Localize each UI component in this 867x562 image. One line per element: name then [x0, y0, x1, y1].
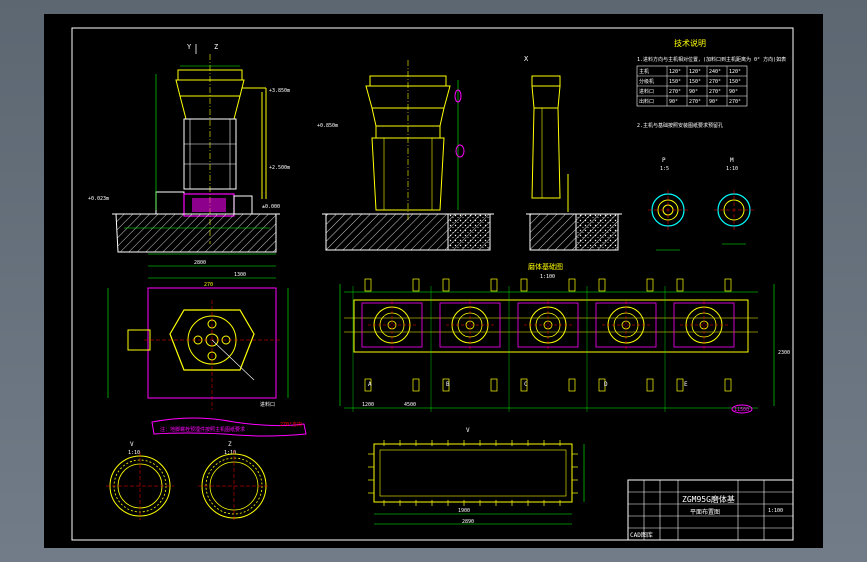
section-m-scale: 1:10	[726, 166, 738, 172]
table-cell: 分级机	[639, 78, 654, 85]
mill-units	[352, 278, 735, 412]
table-cell: 270°	[709, 89, 721, 95]
mill-unit	[586, 278, 657, 412]
cad-drawing: Y Z +3.850m +2.500m +0.023m ±0.000 +0.85…	[71, 27, 794, 541]
view-x-elevation: X	[524, 55, 622, 251]
orientation-table: 主机 120° 120° 240° 120° 分级机 150° 150° 270° 150° 进料口…	[636, 65, 748, 107]
axis-d-label: D	[604, 381, 608, 388]
view-v-section: V 1900 2890	[368, 427, 585, 525]
flange-z-label: Z	[228, 441, 232, 448]
section-m: M 1:10	[714, 157, 754, 245]
table-cell: 进料口	[639, 88, 654, 95]
view-x-label: X	[524, 55, 529, 63]
plan-row-scale: 1:100	[540, 274, 555, 280]
plan-view-single: 2800 1300 注：地脚螺栓预埋件按照主机图纸要求 270°方向 进料口 2…	[107, 253, 307, 437]
notes-line1: 1.进料方向与主机相对位置，(加料口到主机距离为 0° 方向)如表	[637, 56, 786, 63]
view-y-front-elevation: Y Z +3.850m +2.500m +0.023m ±0.000	[88, 43, 290, 253]
view-z-label: Z	[214, 43, 218, 51]
plan-note-pink: 注：地脚螺栓预埋件按照主机图纸要求	[160, 426, 245, 433]
plan-row-title: 磨体基础图	[528, 262, 563, 271]
plan-dim-1300: 1300	[234, 272, 246, 278]
title-scale: 1:100	[768, 508, 783, 514]
axis-a-label: A	[368, 381, 372, 388]
view-z-side-elevation: +0.850m	[317, 60, 494, 251]
table-cell: 240°	[709, 69, 721, 75]
level-0000: ±0.000	[262, 204, 280, 210]
table-cell: 90°	[689, 89, 698, 95]
table-cell: 90°	[709, 99, 718, 105]
section-p-scale: 1:5	[660, 166, 669, 172]
notes-line2: 2.主机与基础按照安装图纸要求预留孔	[637, 122, 723, 129]
row-dim-1200: 1200	[362, 402, 374, 408]
row-dim-4500: 4500	[404, 402, 416, 408]
axis-e-label: E	[684, 381, 688, 388]
technical-notes: 技术说明 1.进料方向与主机相对位置，(加料口到主机距离为 0° 方向)如表 主…	[636, 38, 786, 129]
view-z-flange: Z 1:10	[198, 441, 270, 522]
mill-unit	[430, 278, 501, 412]
mill-unit	[352, 278, 423, 412]
drawing-frame	[71, 27, 794, 541]
foundation-row-plan: 磨体基础图 1:100 A B C D E 4500 1200 2300 115…	[339, 262, 790, 414]
table-cell: 270°	[669, 89, 681, 95]
flange-v-scale: 1:10	[128, 450, 140, 456]
mill-unit	[664, 278, 735, 412]
table-cell: 120°	[689, 69, 701, 75]
level-0850: +0.850m	[317, 123, 338, 129]
section-m-label: M	[730, 157, 734, 164]
table-cell: 120°	[729, 69, 741, 75]
table-cell: 270°	[729, 99, 741, 105]
view-y-label: Y	[187, 43, 192, 51]
view-v-label: V	[466, 427, 470, 434]
table-cell: 150°	[729, 79, 741, 85]
row-dim-2300: 2300	[778, 350, 790, 356]
title-company: CAD图库	[630, 531, 653, 539]
v-dim-2890: 2890	[462, 519, 474, 525]
drawing-sheet: Y Z +3.850m +2.500m +0.023m ±0.000 +0.85…	[44, 14, 823, 548]
table-cell: 120°	[669, 69, 681, 75]
level-3850: +3.850m	[269, 88, 290, 94]
table-cell: 270°	[689, 99, 701, 105]
table-cell: 主机	[639, 68, 649, 75]
table-cell: 150°	[669, 79, 681, 85]
axis-b-label: B	[446, 381, 450, 388]
plan-dim-270: 270	[204, 282, 213, 288]
section-p: P 1:5	[648, 157, 688, 251]
title-drawing-name: ZGM95G磨体基	[682, 494, 735, 504]
table-cell: 90°	[729, 89, 738, 95]
table-cell: 90°	[669, 99, 678, 105]
axis-c-label: C	[524, 381, 528, 388]
level-2500: +2.500m	[269, 165, 290, 171]
v-dim-1900: 1900	[458, 508, 470, 514]
notes-title: 技术说明	[674, 38, 706, 48]
plan-dim-2800: 2800	[194, 260, 206, 266]
plan-note-red: 270°方向	[280, 421, 302, 428]
view-v-flange: V 1:10	[106, 441, 174, 520]
mill-unit	[508, 278, 579, 412]
plan-note-right: 进料口	[260, 401, 275, 408]
section-p-label: P	[662, 157, 666, 164]
cad-viewport[interactable]: Y Z +3.850m +2.500m +0.023m ±0.000 +0.85…	[0, 0, 867, 562]
title-drawing-sub: 平面布置图	[690, 508, 720, 516]
level-0023: +0.023m	[88, 196, 109, 202]
table-cell: 150°	[689, 79, 701, 85]
title-block: ZGM95G磨体基 平面布置图 1:100 CAD图库	[627, 479, 794, 541]
table-cell: 出料口	[639, 98, 654, 105]
flange-v-label: V	[130, 441, 134, 448]
table-cell: 270°	[709, 79, 721, 85]
